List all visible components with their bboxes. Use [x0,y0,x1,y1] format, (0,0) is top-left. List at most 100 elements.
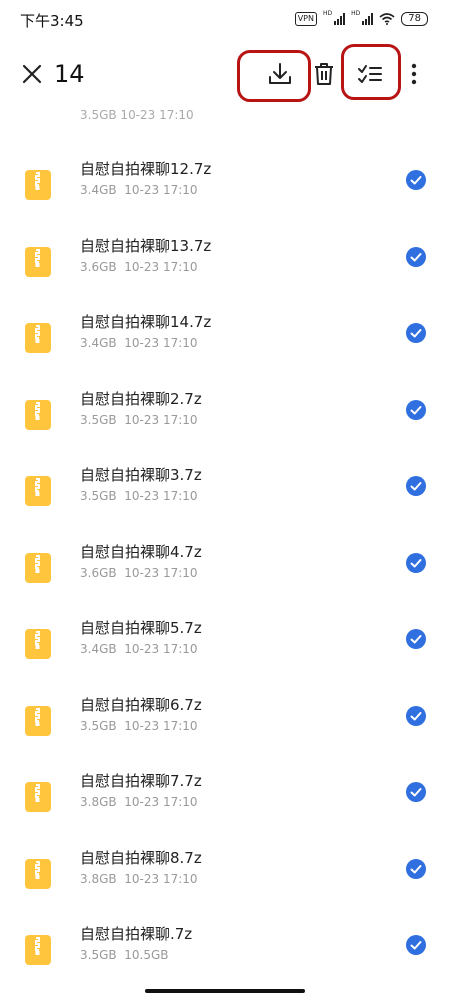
file-date: 10-23 17:10 [124,871,198,886]
archive-file-icon [25,246,51,277]
file-date: 10-23 17:10 [124,642,198,656]
list-item[interactable]: 自慰自拍裸聊6.7z 3.5GB 10-23 17:10 [0,694,450,770]
file-size: 3.4GB [80,183,117,197]
checklist-icon [358,65,382,83]
file-meta: 3.4GB 10-23 17:10 [80,642,198,656]
file-size: 3.6GB [80,259,117,274]
file-meta: 3.5GB 10-23 17:10 [80,489,198,503]
file-size: 3.8GB [80,795,117,809]
delete-button[interactable] [304,54,344,94]
partial-row-meta: 3.5GB 10-23 17:10 [80,108,194,122]
file-meta: 3.5GB 10-23 17:10 [80,719,198,733]
file-name: 自慰自拍裸聊.7z [80,925,193,943]
archive-file-icon [25,782,51,812]
check-circle-icon[interactable] [406,323,426,343]
archive-file-icon [25,323,51,353]
check-circle-icon[interactable] [406,170,426,190]
file-meta: 3.5GB 10.5GB [80,948,169,962]
archive-file-icon [25,476,51,506]
archive-file-icon [25,858,51,889]
file-size: 3.4GB [80,336,117,350]
file-size: 3.8GB [80,871,117,886]
file-size: 3.6GB [80,565,117,580]
file-size: 3.4GB [80,642,117,656]
list-item[interactable]: 自慰自拍裸聊3.7z 3.5GB 10-23 17:10 [0,464,450,540]
file-meta: 3.6GB 10-23 17:10 [80,566,198,580]
download-button[interactable] [260,54,300,94]
selected-count: 14 [54,60,85,88]
archive-file-icon [25,629,51,659]
archive-file-icon [25,170,51,200]
file-name: 自慰自拍裸聊12.7z [80,160,212,178]
file-date: 10-23 17:10 [124,489,198,503]
file-date: 10-23 17:10 [124,718,198,733]
more-options-button[interactable] [394,54,434,94]
file-name: 自慰自拍裸聊14.7z [80,313,212,331]
list-item[interactable]: 自慰自拍裸聊.7z 3.5GB 10.5GB [0,923,450,980]
status-indicators: VPN HD HD 78 [294,9,428,26]
list-item[interactable]: 自慰自拍裸聊14.7z 3.4GB 10-23 17:10 [0,311,450,387]
file-name: 自慰自拍裸聊4.7z [80,542,202,561]
signal-icon [334,13,346,25]
file-meta: 3.8GB 10-23 17:10 [80,795,198,809]
archive-file-icon [25,552,51,583]
wifi-icon [379,13,395,25]
download-icon [269,63,291,84]
check-circle-icon[interactable] [406,552,426,573]
status-time: 下午3:45 [20,12,84,30]
file-date: 10-23 17:10 [124,795,198,809]
file-name: 自慰自拍裸聊13.7z [80,236,212,255]
file-name: 自慰自拍裸聊6.7z [80,695,202,714]
check-circle-icon[interactable] [406,782,426,802]
list-item[interactable]: 自慰自拍裸聊2.7z 3.5GB 10-23 17:10 [0,388,450,464]
check-circle-icon[interactable] [406,705,426,726]
check-circle-icon[interactable] [406,399,426,420]
check-circle-icon[interactable] [406,935,426,955]
file-date: 10-23 17:10 [124,412,198,427]
battery-indicator: 78 [401,12,428,26]
file-size: 3.5GB [80,948,117,962]
file-meta: 3.4GB 10-23 17:10 [80,336,198,350]
list-item[interactable]: 自慰自拍裸聊5.7z 3.4GB 10-23 17:10 [0,617,450,693]
archive-file-icon [25,935,51,965]
home-indicator[interactable] [145,989,305,993]
check-circle-icon[interactable] [406,629,426,649]
file-size: 3.5GB [80,718,117,733]
file-size: 3.5GB [80,489,117,503]
file-name: 自慰自拍裸聊8.7z [80,848,202,867]
file-meta: 3.6GB 10-23 17:10 [80,260,198,274]
archive-file-icon [25,399,51,430]
status-bar: 下午3:45 VPN HD HD 78 [0,0,450,38]
file-name: 自慰自拍裸聊3.7z [80,466,202,484]
check-circle-icon[interactable] [406,476,426,496]
file-date: 10-23 17:10 [124,336,198,350]
file-date: 10-23 17:10 [124,183,198,197]
file-meta: 3.5GB 10-23 17:10 [80,413,198,427]
more-vertical-icon [411,63,417,85]
signal-icon-2 [362,13,374,25]
file-meta: 3.4GB 10-23 17:10 [80,183,198,197]
file-meta: 3.8GB 10-23 17:10 [80,872,198,886]
file-name: 自慰自拍裸聊2.7z [80,389,202,408]
file-date: 10.5GB [124,948,169,962]
select-all-button[interactable] [350,54,390,94]
file-name: 自慰自拍裸聊7.7z [80,772,202,790]
file-list: 3.5GB 10-23 17:10 自慰自拍裸聊12.7z 3.4GB 10-23… [0,100,450,980]
file-date: 10-23 17:10 [124,565,198,580]
hd-label-2: HD [351,9,361,17]
list-item[interactable]: 自慰自拍裸聊12.7z 3.4GB 10-23 17:10 [0,158,450,234]
file-date: 10-23 17:10 [124,259,198,274]
file-size: 3.5GB [80,412,117,427]
list-item[interactable]: 自慰自拍裸聊8.7z 3.8GB 10-23 17:10 [0,847,450,923]
vpn-badge: VPN [294,12,317,26]
file-name: 自慰自拍裸聊5.7z [80,619,202,637]
check-circle-icon[interactable] [406,246,426,267]
list-item[interactable]: 自慰自拍裸聊7.7z 3.8GB 10-23 17:10 [0,770,450,846]
list-item[interactable]: 自慰自拍裸聊13.7z 3.6GB 10-23 17:10 [0,235,450,311]
archive-file-icon [25,705,51,736]
close-icon[interactable] [18,60,46,88]
trash-icon [315,63,333,85]
hd-label: HD [322,9,333,17]
check-circle-icon[interactable] [406,858,426,879]
list-item[interactable]: 自慰自拍裸聊4.7z 3.6GB 10-23 17:10 [0,541,450,617]
